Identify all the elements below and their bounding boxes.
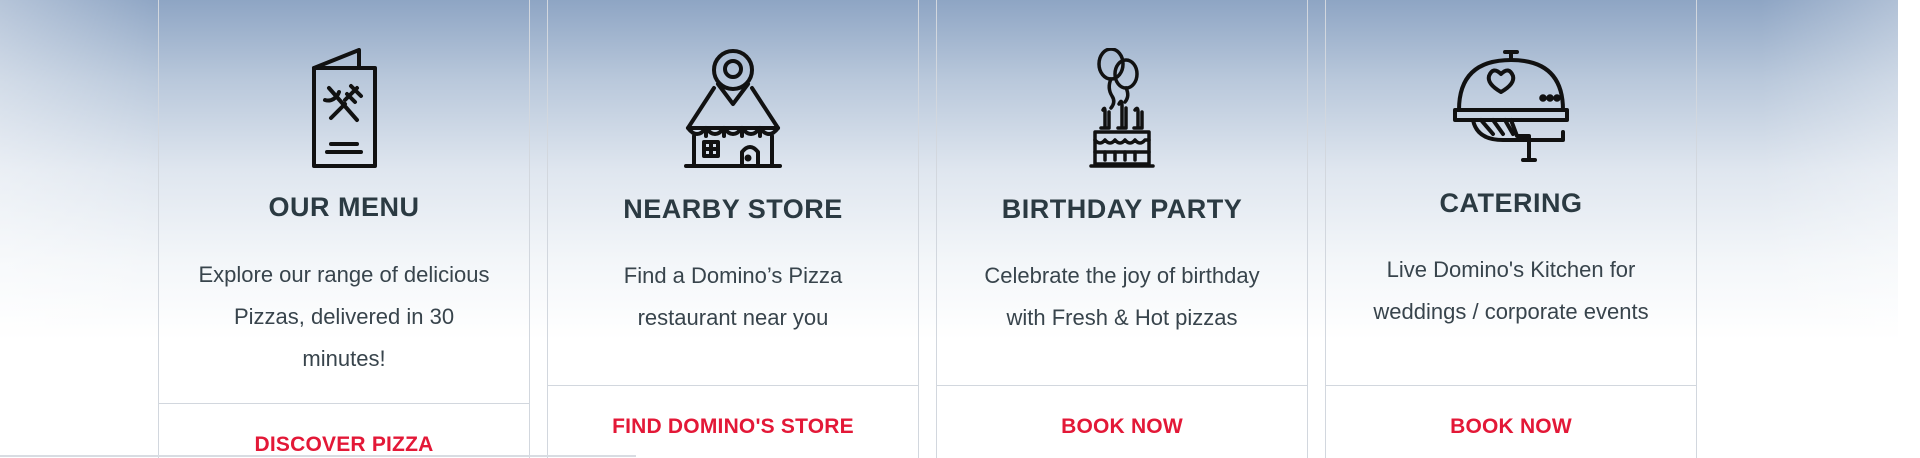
description-line: restaurant near you — [637, 305, 829, 330]
description-line: Celebrate the joy of birthday — [984, 263, 1260, 288]
card-divider — [937, 385, 1307, 386]
background-fade-left — [0, 0, 160, 458]
card-description: Find a Domino’s Pizza restaurant near yo… — [548, 255, 918, 339]
discover-pizza-link[interactable]: DISCOVER PIZZA — [159, 433, 529, 457]
description-line: Find a Domino’s Pizza — [623, 263, 843, 288]
store-location-icon — [684, 48, 782, 170]
book-catering-link[interactable]: BOOK NOW — [1326, 415, 1696, 439]
card-divider — [159, 403, 529, 404]
card-birthday-party: BIRTHDAY PARTY Celebrate the joy of birt… — [936, 0, 1308, 458]
description-line: with Fresh & Hot pizzas — [1006, 305, 1238, 330]
card-our-menu: OUR MENU Explore our range of delicious … — [158, 0, 530, 458]
book-birthday-link[interactable]: BOOK NOW — [937, 415, 1307, 439]
card-description: Live Domino's Kitchen for weddings / cor… — [1326, 249, 1696, 333]
card-divider — [1326, 385, 1696, 386]
find-store-link[interactable]: FIND DOMINO'S STORE — [548, 415, 918, 439]
description-line: weddings / corporate events — [1373, 299, 1649, 324]
card-title: CATERING — [1439, 188, 1583, 218]
page-edge-strip — [1898, 0, 1920, 458]
card-description: Explore our range of delicious Pizzas, d… — [159, 254, 529, 380]
card-divider — [548, 385, 918, 386]
catering-cloche-icon — [1453, 48, 1569, 164]
description-line: minutes! — [302, 346, 386, 371]
background-fade-right — [1760, 0, 1920, 458]
description-line: Explore our range of delicious — [198, 262, 490, 287]
card-title: OUR MENU — [268, 192, 420, 222]
description-line: Pizzas, delivered in 30 — [233, 304, 455, 329]
birthday-cake-icon — [1089, 48, 1155, 170]
menu-card-icon — [311, 48, 377, 170]
card-catering: CATERING Live Domino's Kitchen for weddi… — [1325, 0, 1697, 458]
card-description: Celebrate the joy of birthday with Fresh… — [937, 255, 1307, 339]
bottom-scroll-line — [0, 455, 636, 457]
description-line: Live Domino's Kitchen for — [1386, 257, 1636, 282]
card-title: BIRTHDAY PARTY — [1001, 194, 1243, 224]
card-nearby-store: NEARBY STORE Find a Domino’s Pizza resta… — [547, 0, 919, 458]
card-title: NEARBY STORE — [623, 194, 843, 224]
